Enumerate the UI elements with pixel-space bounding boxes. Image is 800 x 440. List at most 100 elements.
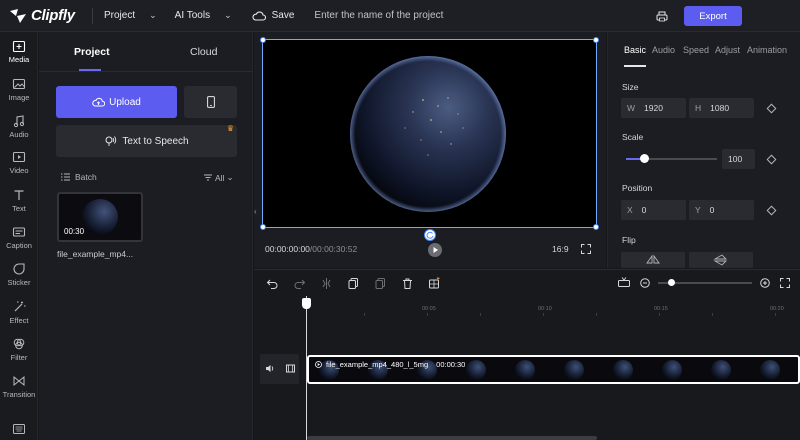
project-menu[interactable]: Project ⌄ <box>104 10 157 21</box>
copy-icon[interactable] <box>374 277 387 290</box>
video-clip[interactable]: file_example_mp4_480_l_5mg 00:00:30 <box>307 355 800 384</box>
mobile-upload-button[interactable] <box>184 86 237 118</box>
tab-animation[interactable]: Animation <box>747 45 787 55</box>
zoom-in-icon[interactable] <box>760 277 770 288</box>
aspect-ratio-selector[interactable]: 16:9 <box>552 244 569 254</box>
tab-cloud[interactable]: Cloud <box>190 46 217 58</box>
y-value: 0 <box>709 205 715 215</box>
flip-vertical-button[interactable] <box>689 252 753 268</box>
volume-icon[interactable] <box>265 364 275 373</box>
rail-item-image[interactable]: Image <box>0 77 38 102</box>
zoom-slider-knob[interactable] <box>667 278 675 286</box>
zoom-out-icon[interactable] <box>640 277 650 288</box>
flip-label: Flip <box>622 235 636 245</box>
left-rail: Media Image Audio Video Text Caption Sti… <box>0 32 38 440</box>
redo-icon[interactable] <box>293 277 306 290</box>
media-item-thumbnail[interactable]: 00:30 <box>57 192 143 242</box>
rail-item-transition[interactable]: Transition <box>0 374 38 399</box>
project-name-input[interactable]: Enter the name of the project <box>314 10 443 21</box>
expand-icon[interactable] <box>780 277 790 288</box>
width-key: W <box>627 103 636 113</box>
batch-button[interactable]: Batch <box>61 172 97 182</box>
height-key: H <box>695 103 702 113</box>
delete-icon[interactable] <box>401 277 414 290</box>
rail-item-caption[interactable]: Caption <box>0 225 38 250</box>
filter-icon <box>13 338 25 350</box>
active-tab-indicator <box>79 69 101 71</box>
export-button[interactable]: Export <box>684 6 742 26</box>
timeline-ruler[interactable]: 00:05 00:10 00:15 00:20 <box>306 301 800 316</box>
phone-icon <box>206 96 215 108</box>
ruler-label: 00:10 <box>538 306 552 312</box>
zoom-slider[interactable] <box>658 278 752 286</box>
tab-adjust[interactable]: Adjust <box>715 45 740 55</box>
tab-audio[interactable]: Audio <box>652 45 675 55</box>
filter-dropdown[interactable]: All ⌄ <box>204 172 234 183</box>
keyframe-diamond-icon[interactable] <box>766 205 777 216</box>
rail-label: Image <box>8 93 30 102</box>
rail-item-effect[interactable]: Effect <box>0 300 38 325</box>
tts-label: Text to Speech <box>122 135 189 147</box>
scale-slider-knob[interactable] <box>640 154 649 163</box>
printer-icon[interactable] <box>656 11 668 22</box>
smart-cut-icon[interactable] <box>428 277 441 290</box>
width-field[interactable]: W 1920 <box>621 98 686 118</box>
text-to-speech-button[interactable]: Text to Speech ♛ <box>56 124 237 157</box>
upload-button[interactable]: Upload <box>56 86 177 118</box>
rail-item-text[interactable]: Text <box>0 188 38 213</box>
resize-handle-top-right[interactable] <box>593 37 599 43</box>
fit-icon[interactable] <box>618 277 630 288</box>
music-icon <box>13 115 25 128</box>
playhead-handle[interactable] <box>302 298 311 309</box>
height-field[interactable]: H 1080 <box>689 98 754 118</box>
scale-value: 100 <box>728 154 743 164</box>
keyboard-icon[interactable] <box>13 424 25 434</box>
rail-item-media[interactable]: Media <box>0 39 38 64</box>
ruler-label: 00:05 <box>422 306 436 312</box>
collapse-panel-arrow[interactable]: ‹ <box>254 207 257 216</box>
rail-item-filter[interactable]: Filter <box>0 337 38 362</box>
preview-canvas[interactable] <box>262 39 597 228</box>
duplicate-icon[interactable] <box>347 277 360 290</box>
undo-icon[interactable] <box>266 277 279 290</box>
rail-item-audio[interactable]: Audio <box>0 114 38 139</box>
rail-label: Transition <box>2 390 36 399</box>
keyframe-diamond-icon[interactable] <box>766 103 777 114</box>
timeline-zoom-controls <box>618 277 790 288</box>
logo[interactable]: Clipfly <box>8 7 88 24</box>
video-track-icon[interactable] <box>286 364 295 373</box>
ruler-tick <box>364 313 365 316</box>
rail-item-video[interactable]: Video <box>0 150 38 175</box>
resize-handle-top-left[interactable] <box>260 37 266 43</box>
timeline-scrollbar[interactable] <box>307 436 597 440</box>
scale-slider[interactable] <box>626 154 717 163</box>
filter-label: All <box>215 172 225 183</box>
clip-frame-earth <box>760 360 780 380</box>
scale-field[interactable]: 100 <box>722 149 755 169</box>
upload-label: Upload <box>109 96 141 108</box>
flip-horizontal-button[interactable] <box>621 252 685 268</box>
ruler-tick <box>712 313 713 316</box>
chevron-down-icon: ⌄ <box>224 10 232 20</box>
keyframe-diamond-icon[interactable] <box>766 154 777 165</box>
play-button[interactable] <box>428 243 442 257</box>
split-icon[interactable] <box>320 277 333 290</box>
tab-basic[interactable]: Basic <box>624 45 646 55</box>
rotate-handle[interactable] <box>424 229 436 241</box>
ai-tools-menu[interactable]: AI Tools ⌄ <box>175 10 232 21</box>
save-label: Save <box>271 10 295 21</box>
position-y-field[interactable]: Y 0 <box>689 200 754 220</box>
x-value: 0 <box>641 205 647 215</box>
clip-duration: 00:00:30 <box>436 360 466 369</box>
rail-item-sticker[interactable]: Sticker <box>0 262 38 287</box>
clip-frame-earth <box>515 360 535 380</box>
save-button[interactable]: Save <box>252 10 295 21</box>
flip-vertical-icon <box>713 254 728 266</box>
timeline-toolbar <box>266 277 455 290</box>
resize-handle-bottom-left[interactable] <box>260 224 266 230</box>
fullscreen-icon[interactable] <box>581 244 591 254</box>
tab-speed[interactable]: Speed <box>683 45 709 55</box>
position-x-field[interactable]: X 0 <box>621 200 686 220</box>
resize-handle-bottom-right[interactable] <box>593 224 599 230</box>
tab-project[interactable]: Project <box>74 46 110 58</box>
